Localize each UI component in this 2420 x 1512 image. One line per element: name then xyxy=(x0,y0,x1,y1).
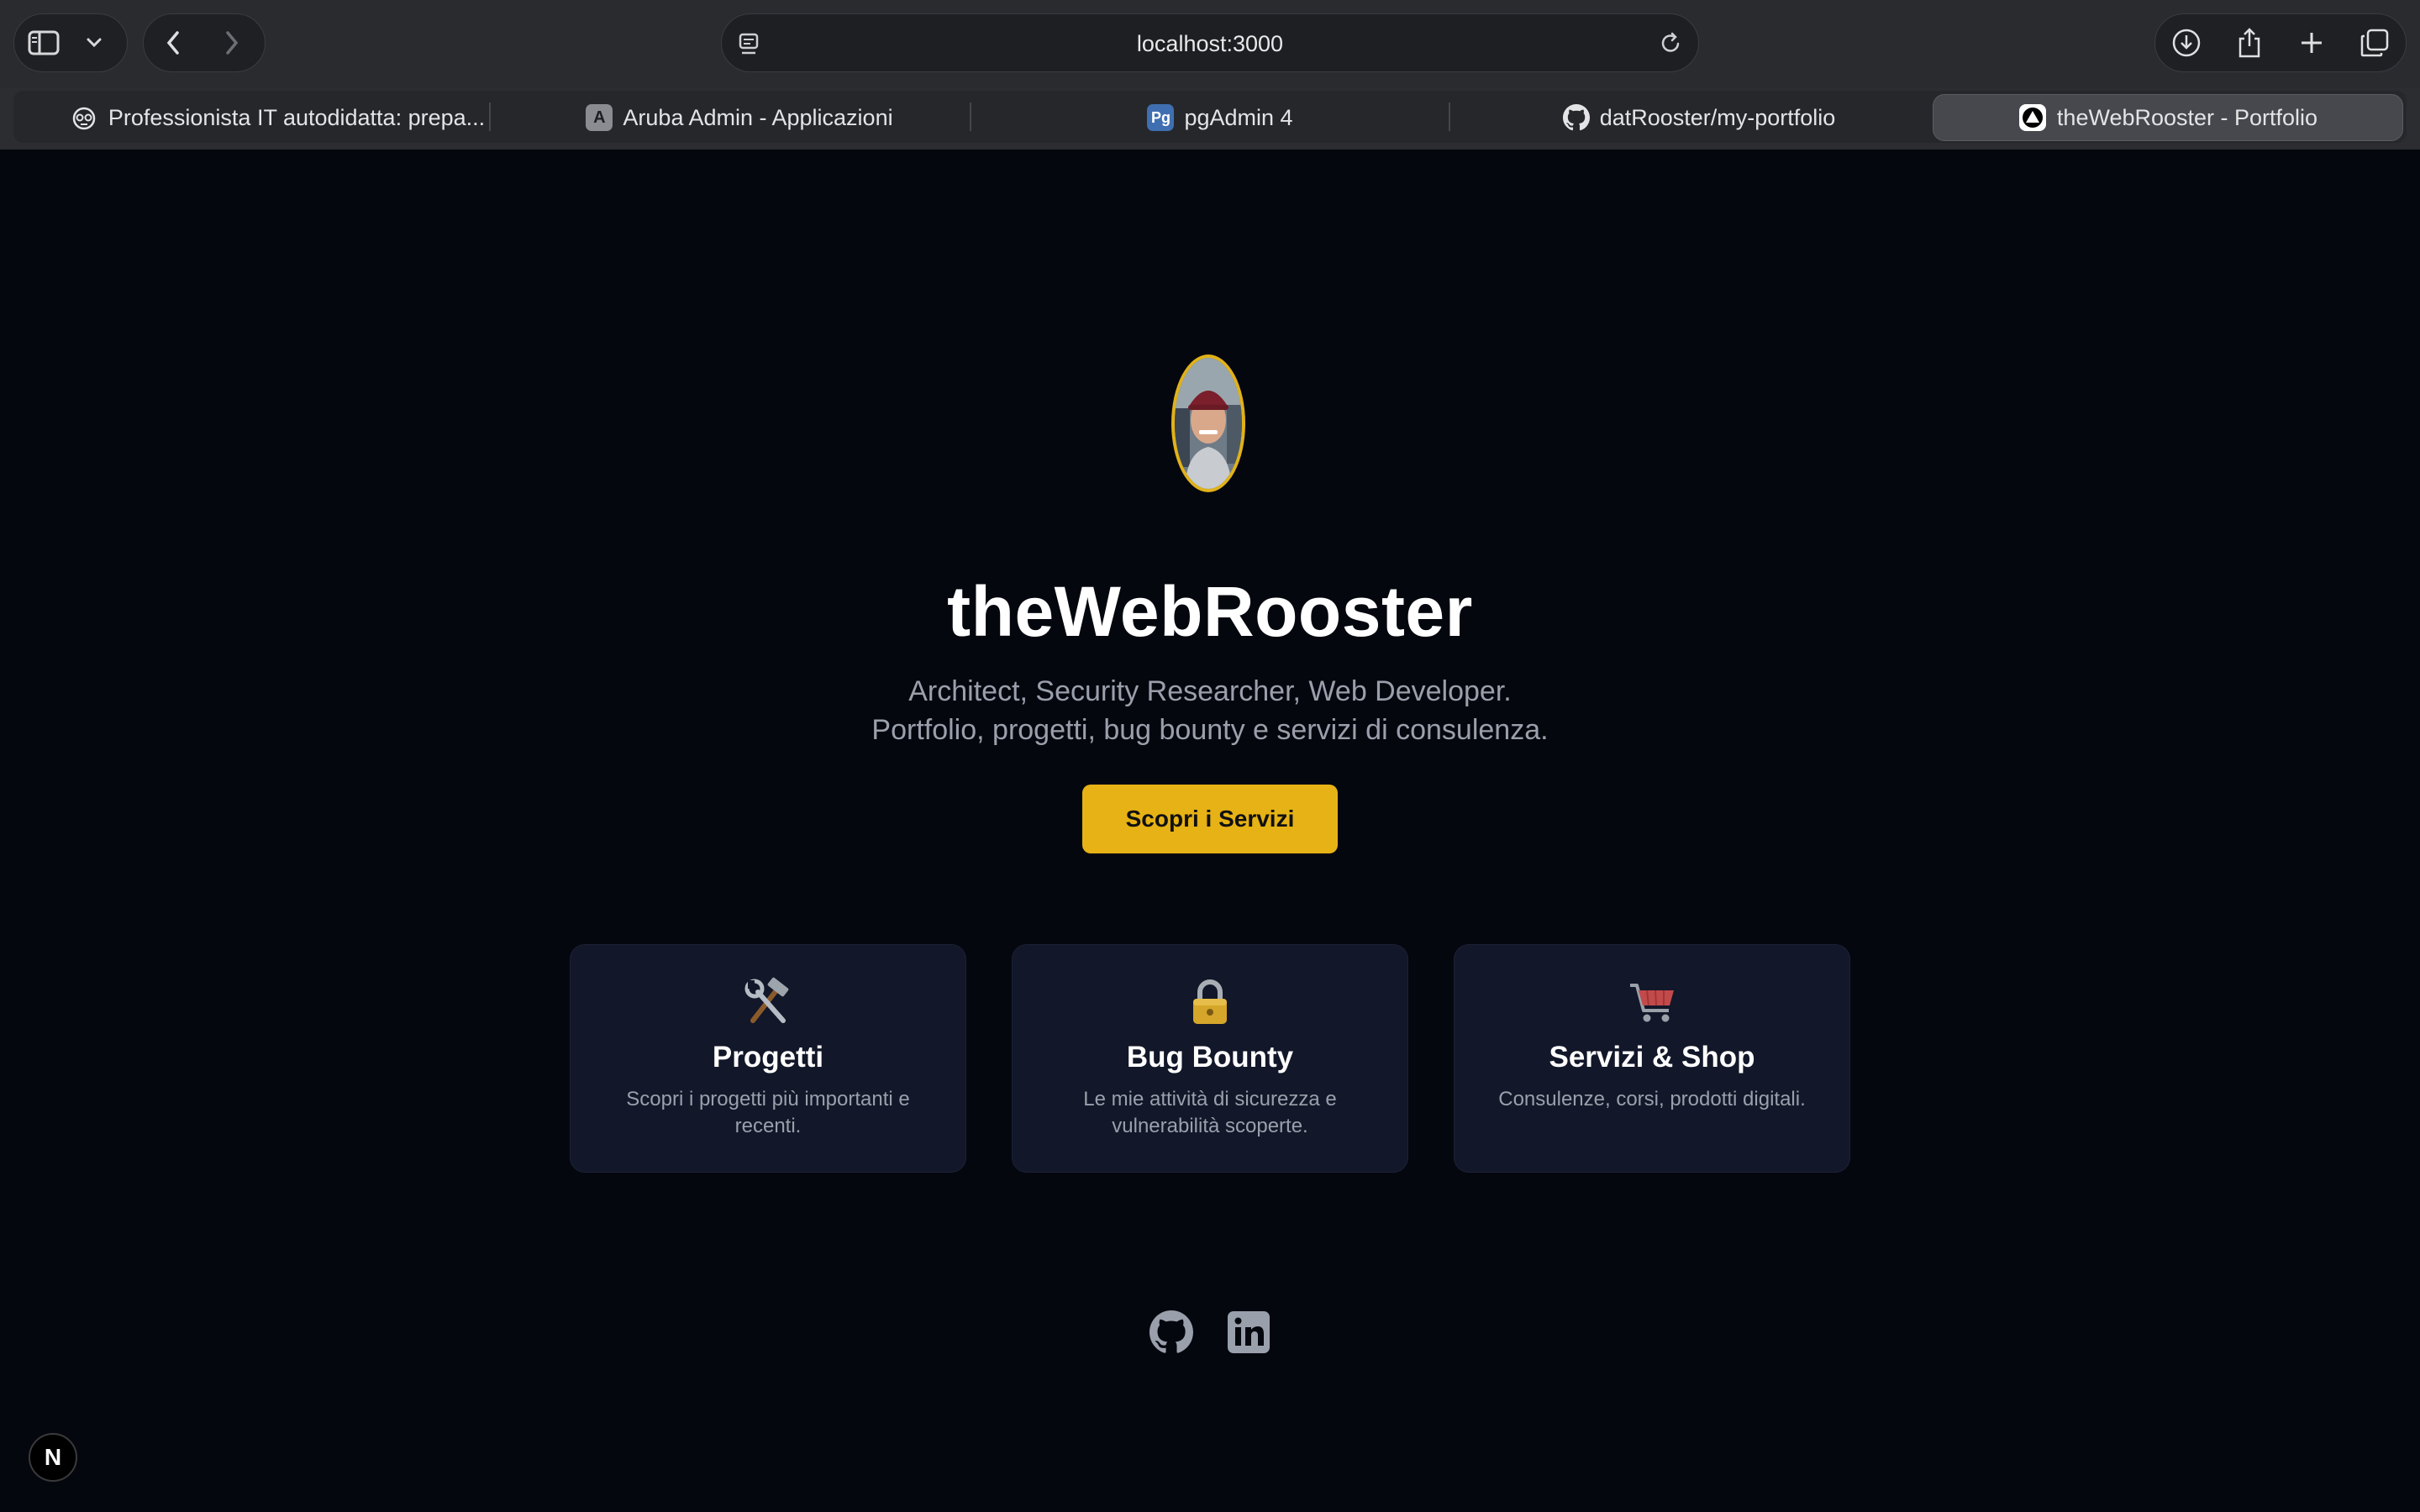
tab-pgadmin[interactable]: Pg pgAdmin 4 xyxy=(985,94,1455,141)
hammer-wrench-icon xyxy=(744,977,789,1023)
tab-aruba-admin[interactable]: A Aruba Admin - Applicazioni xyxy=(504,94,975,141)
browser-chrome: localhost:3000 Professionista IT autodid… xyxy=(0,0,2420,150)
share-button[interactable] xyxy=(2220,13,2279,72)
share-icon xyxy=(2238,28,2260,58)
tab-label: datRooster/my-portfolio xyxy=(1599,104,1836,130)
tab-separator xyxy=(970,102,971,131)
tab-github-repo[interactable]: datRooster/my-portfolio xyxy=(1464,94,1934,141)
pgadmin-icon: Pg xyxy=(1147,104,1175,131)
sidebar-controls xyxy=(13,13,128,72)
tab-label: theWebRooster - Portfolio xyxy=(2056,104,2318,130)
tab-label: pgAdmin 4 xyxy=(1184,104,1293,130)
plus-icon xyxy=(2302,33,2323,53)
github-icon xyxy=(1150,1310,1193,1353)
browser-toolbar: localhost:3000 xyxy=(0,0,2420,87)
nextjs-dev-badge[interactable]: N xyxy=(29,1433,77,1482)
linkedin-link[interactable] xyxy=(1225,1309,1272,1356)
profile-photo xyxy=(1175,358,1242,489)
tab-professionista[interactable]: Professionista IT autodidatta: prepa... xyxy=(59,94,496,141)
tab-separator xyxy=(1449,102,1450,131)
address-bar[interactable]: localhost:3000 xyxy=(721,13,1699,72)
history-navigation xyxy=(143,13,266,72)
chevron-left-icon xyxy=(166,31,179,55)
hero-subtitle-line2: Portfolio, progetti, bug bounty e serviz… xyxy=(871,714,1549,746)
linkedin-icon xyxy=(1228,1311,1270,1353)
card-title: Bug Bounty xyxy=(1126,1041,1294,1074)
aruba-icon: A xyxy=(586,104,613,131)
avatar xyxy=(1171,354,1245,492)
download-icon xyxy=(2173,29,2201,57)
shopping-cart-icon xyxy=(1630,984,1674,1022)
back-button[interactable] xyxy=(144,13,203,72)
tab-strip: Professionista IT autodidatta: prepa... … xyxy=(13,91,2407,143)
tab-separator xyxy=(489,102,491,131)
tab-thewebrooster-portfolio[interactable]: theWebRooster - Portfolio xyxy=(1933,94,2403,141)
new-tab-button[interactable] xyxy=(2282,13,2341,72)
card-progetti[interactable]: Progetti Scopri i progetti più important… xyxy=(570,944,966,1173)
card-bug-bounty[interactable]: Bug Bounty Le mie attività di sicurezza … xyxy=(1012,944,1408,1173)
card-servizi-shop[interactable]: Servizi & Shop Consulenze, corsi, prodot… xyxy=(1454,944,1850,1173)
card-description: Scopri i progetti più importanti e recen… xyxy=(626,1088,910,1137)
downloads-button[interactable] xyxy=(2157,13,2216,72)
tab-overview-button[interactable] xyxy=(2345,13,2404,72)
tab-bar: Professionista IT autodidatta: prepa... … xyxy=(0,87,2420,150)
card-title: Progetti xyxy=(712,1041,824,1074)
chevron-right-icon xyxy=(226,31,239,55)
tab-label: Professionista IT autodidatta: prepa... xyxy=(108,104,486,130)
tab-label: Aruba Admin - Applicazioni xyxy=(623,104,893,130)
discover-services-button[interactable]: Scopri i Servizi xyxy=(1082,785,1338,853)
forward-button[interactable] xyxy=(203,13,261,72)
page-title: theWebRooster xyxy=(947,572,1473,651)
tab-groups-dropdown[interactable] xyxy=(73,13,115,72)
sidebar-icon xyxy=(28,30,60,55)
toolbar-actions xyxy=(2154,13,2407,72)
card-description: Consulenze, corsi, prodotti digitali. xyxy=(1498,1088,1806,1110)
reload-icon[interactable] xyxy=(1655,28,1686,60)
url-text[interactable]: localhost:3000 xyxy=(722,14,1698,73)
github-icon xyxy=(1562,104,1590,131)
github-link[interactable] xyxy=(1148,1309,1195,1356)
tab-overview-icon xyxy=(2360,29,2388,57)
vercel-icon xyxy=(2018,104,2046,131)
lock-icon xyxy=(1193,979,1227,1024)
chevron-down-icon xyxy=(87,38,102,48)
copilot-icon xyxy=(72,107,96,130)
sidebar-toggle-button[interactable] xyxy=(14,13,73,72)
card-description: Le mie attività di sicurezza e vulnerabi… xyxy=(1083,1088,1337,1137)
card-title: Servizi & Shop xyxy=(1549,1041,1755,1074)
hero-subtitle-line1: Architect, Security Researcher, Web Deve… xyxy=(908,675,1512,707)
